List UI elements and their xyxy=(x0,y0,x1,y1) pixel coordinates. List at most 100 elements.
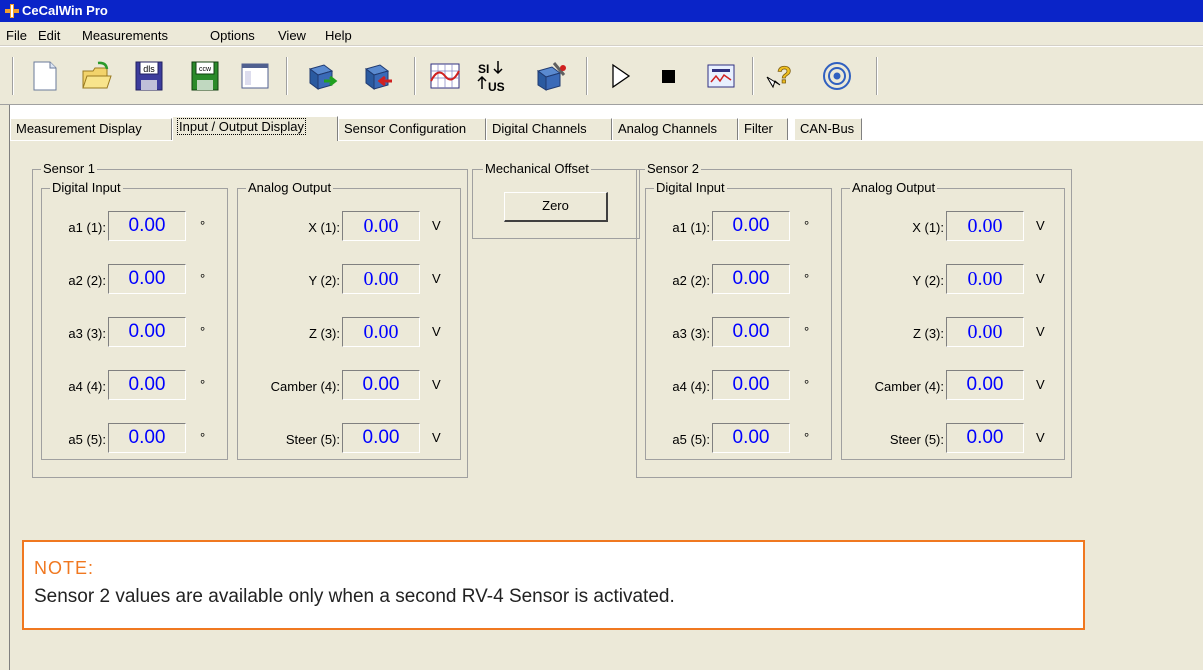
play-icon[interactable] xyxy=(604,59,638,93)
s1-analog-value-steer: 0.00 xyxy=(342,423,420,453)
menu-edit[interactable]: Edit xyxy=(38,28,60,43)
title-bar: CeCalWin Pro xyxy=(0,0,1203,22)
s1-analog-label-x: X (1): xyxy=(308,220,340,235)
tab-filter[interactable]: Filter xyxy=(738,118,788,140)
note-callout: NOTE: Sensor 2 values are available only… xyxy=(22,540,1085,630)
s1-analog-value-z: 0.00 xyxy=(342,317,420,347)
s2-digital-unit-a4: ° xyxy=(804,377,810,392)
tab-can-bus[interactable]: CAN-Bus xyxy=(794,118,862,140)
s2-analog-unit-y: V xyxy=(1036,271,1045,286)
sensor1-analog-output-title: Analog Output xyxy=(246,180,334,195)
s1-analog-unit-y: V xyxy=(432,271,441,286)
monitor-icon[interactable] xyxy=(704,59,738,93)
tab-analog-channels[interactable]: Analog Channels xyxy=(612,118,738,140)
tab-sensor-configuration[interactable]: Sensor Configuration xyxy=(338,118,486,140)
sensor2-analog-output-title: Analog Output xyxy=(850,180,938,195)
s2-digital-value-a3: 0.00 xyxy=(712,317,790,347)
s2-analog-value-steer: 0.00 xyxy=(946,423,1024,453)
save-dls-icon[interactable]: dls xyxy=(132,59,166,93)
menu-file[interactable]: File xyxy=(6,28,27,43)
s2-digital-unit-a1: ° xyxy=(804,218,810,233)
s1-digital-label-a1: a1 (1): xyxy=(68,220,106,235)
menu-bar: File Edit Measurements Options View Help xyxy=(0,22,1203,46)
svg-text:SI: SI xyxy=(478,62,489,76)
s2-digital-value-a4: 0.00 xyxy=(712,370,790,400)
s1-analog-label-camber: Camber (4): xyxy=(270,379,340,394)
s2-analog-unit-camber: V xyxy=(1036,377,1045,392)
help-icon[interactable]: ? xyxy=(764,59,798,93)
s2-analog-label-camber: Camber (4): xyxy=(874,379,944,394)
s1-digital-value-a3: 0.00 xyxy=(108,317,186,347)
export-icon[interactable] xyxy=(306,59,340,93)
about-icon[interactable] xyxy=(820,59,854,93)
s1-analog-unit-x: V xyxy=(432,218,441,233)
s2-digital-unit-a5: ° xyxy=(804,430,810,445)
s1-digital-value-a4: 0.00 xyxy=(108,370,186,400)
open-icon[interactable] xyxy=(80,59,114,93)
s2-digital-value-a1: 0.00 xyxy=(712,211,790,241)
import-icon[interactable] xyxy=(362,59,396,93)
s2-digital-label-a5: a5 (5): xyxy=(672,432,710,447)
s1-digital-label-a5: a5 (5): xyxy=(68,432,106,447)
s1-analog-unit-camber: V xyxy=(432,377,441,392)
s1-digital-unit-a1: ° xyxy=(200,218,206,233)
save-ccw-icon[interactable]: ccw xyxy=(188,59,222,93)
left-frame-strip xyxy=(0,105,10,670)
settings-icon[interactable] xyxy=(534,59,568,93)
sensor1-digital-input-title: Digital Input xyxy=(50,180,123,195)
sensor2-analog-output-group: Analog Output X (1): 0.00 V Y (2): 0.00 … xyxy=(841,180,1065,460)
sensor2-title: Sensor 2 xyxy=(645,161,702,176)
menu-options[interactable]: Options xyxy=(210,28,255,43)
s1-analog-label-y: Y (2): xyxy=(308,273,340,288)
mechanical-offset-title: Mechanical Offset xyxy=(483,161,591,176)
s1-analog-unit-z: V xyxy=(432,324,441,339)
s2-digital-value-a5: 0.00 xyxy=(712,423,790,453)
stop-icon[interactable] xyxy=(652,59,686,93)
view-icon[interactable] xyxy=(238,59,272,93)
s2-analog-unit-z: V xyxy=(1036,324,1045,339)
svg-text:ccw: ccw xyxy=(199,66,212,73)
s1-digital-unit-a5: ° xyxy=(200,430,206,445)
s2-analog-value-x: 0.00 xyxy=(946,211,1024,241)
s1-digital-unit-a2: ° xyxy=(200,271,206,286)
s2-analog-label-x: X (1): xyxy=(912,220,944,235)
s1-digital-unit-a4: ° xyxy=(200,377,206,392)
s2-analog-label-y: Y (2): xyxy=(912,273,944,288)
s1-digital-value-a2: 0.00 xyxy=(108,264,186,294)
mechanical-offset-group: Mechanical Offset Zero xyxy=(472,161,640,239)
s2-digital-label-a4: a4 (4): xyxy=(672,379,710,394)
units-si-us-icon[interactable]: SI US xyxy=(476,59,510,93)
menu-help[interactable]: Help xyxy=(325,28,352,43)
s1-analog-value-y: 0.00 xyxy=(342,264,420,294)
s1-digital-label-a3: a3 (3): xyxy=(68,326,106,341)
s2-analog-label-z: Z (3): xyxy=(912,326,944,341)
sensor1-digital-input-group: Digital Input a1 (1): 0.00 ° a2 (2): 0.0… xyxy=(41,180,228,460)
menu-view[interactable]: View xyxy=(278,28,306,43)
tab-digital-channels[interactable]: Digital Channels xyxy=(486,118,612,140)
s1-analog-label-steer: Steer (5): xyxy=(285,432,340,447)
tab-measurement-display[interactable]: Measurement Display xyxy=(10,118,172,140)
sensor1-group: Sensor 1 Digital Input a1 (1): 0.00 ° a2… xyxy=(32,161,468,478)
window-title: CeCalWin Pro xyxy=(22,3,108,18)
s2-digital-label-a3: a3 (3): xyxy=(672,326,710,341)
chart-icon[interactable] xyxy=(428,59,462,93)
s1-digital-value-a5: 0.00 xyxy=(108,423,186,453)
app-icon xyxy=(5,4,19,18)
s2-analog-value-camber: 0.00 xyxy=(946,370,1024,400)
menu-measurements[interactable]: Measurements xyxy=(82,28,168,43)
sensor2-digital-input-title: Digital Input xyxy=(654,180,727,195)
svg-text:US: US xyxy=(488,80,505,93)
tab-input-output-display[interactable]: Input / Output Display xyxy=(172,116,338,141)
s2-analog-unit-steer: V xyxy=(1036,430,1045,445)
note-title: NOTE: xyxy=(34,558,95,578)
s2-digital-label-a1: a1 (1): xyxy=(672,220,710,235)
toolbar: dls ccw SI US ? xyxy=(0,47,1203,105)
sensor1-analog-output-group: Analog Output X (1): 0.00 V Y (2): 0.00 … xyxy=(237,180,461,460)
s2-digital-value-a2: 0.00 xyxy=(712,264,790,294)
s1-digital-value-a1: 0.00 xyxy=(108,211,186,241)
new-icon[interactable] xyxy=(28,59,62,93)
note-text: Sensor 2 values are available only when … xyxy=(34,586,675,607)
zero-button[interactable]: Zero xyxy=(504,192,608,222)
s2-digital-unit-a2: ° xyxy=(804,271,810,286)
s2-digital-label-a2: a2 (2): xyxy=(672,273,710,288)
